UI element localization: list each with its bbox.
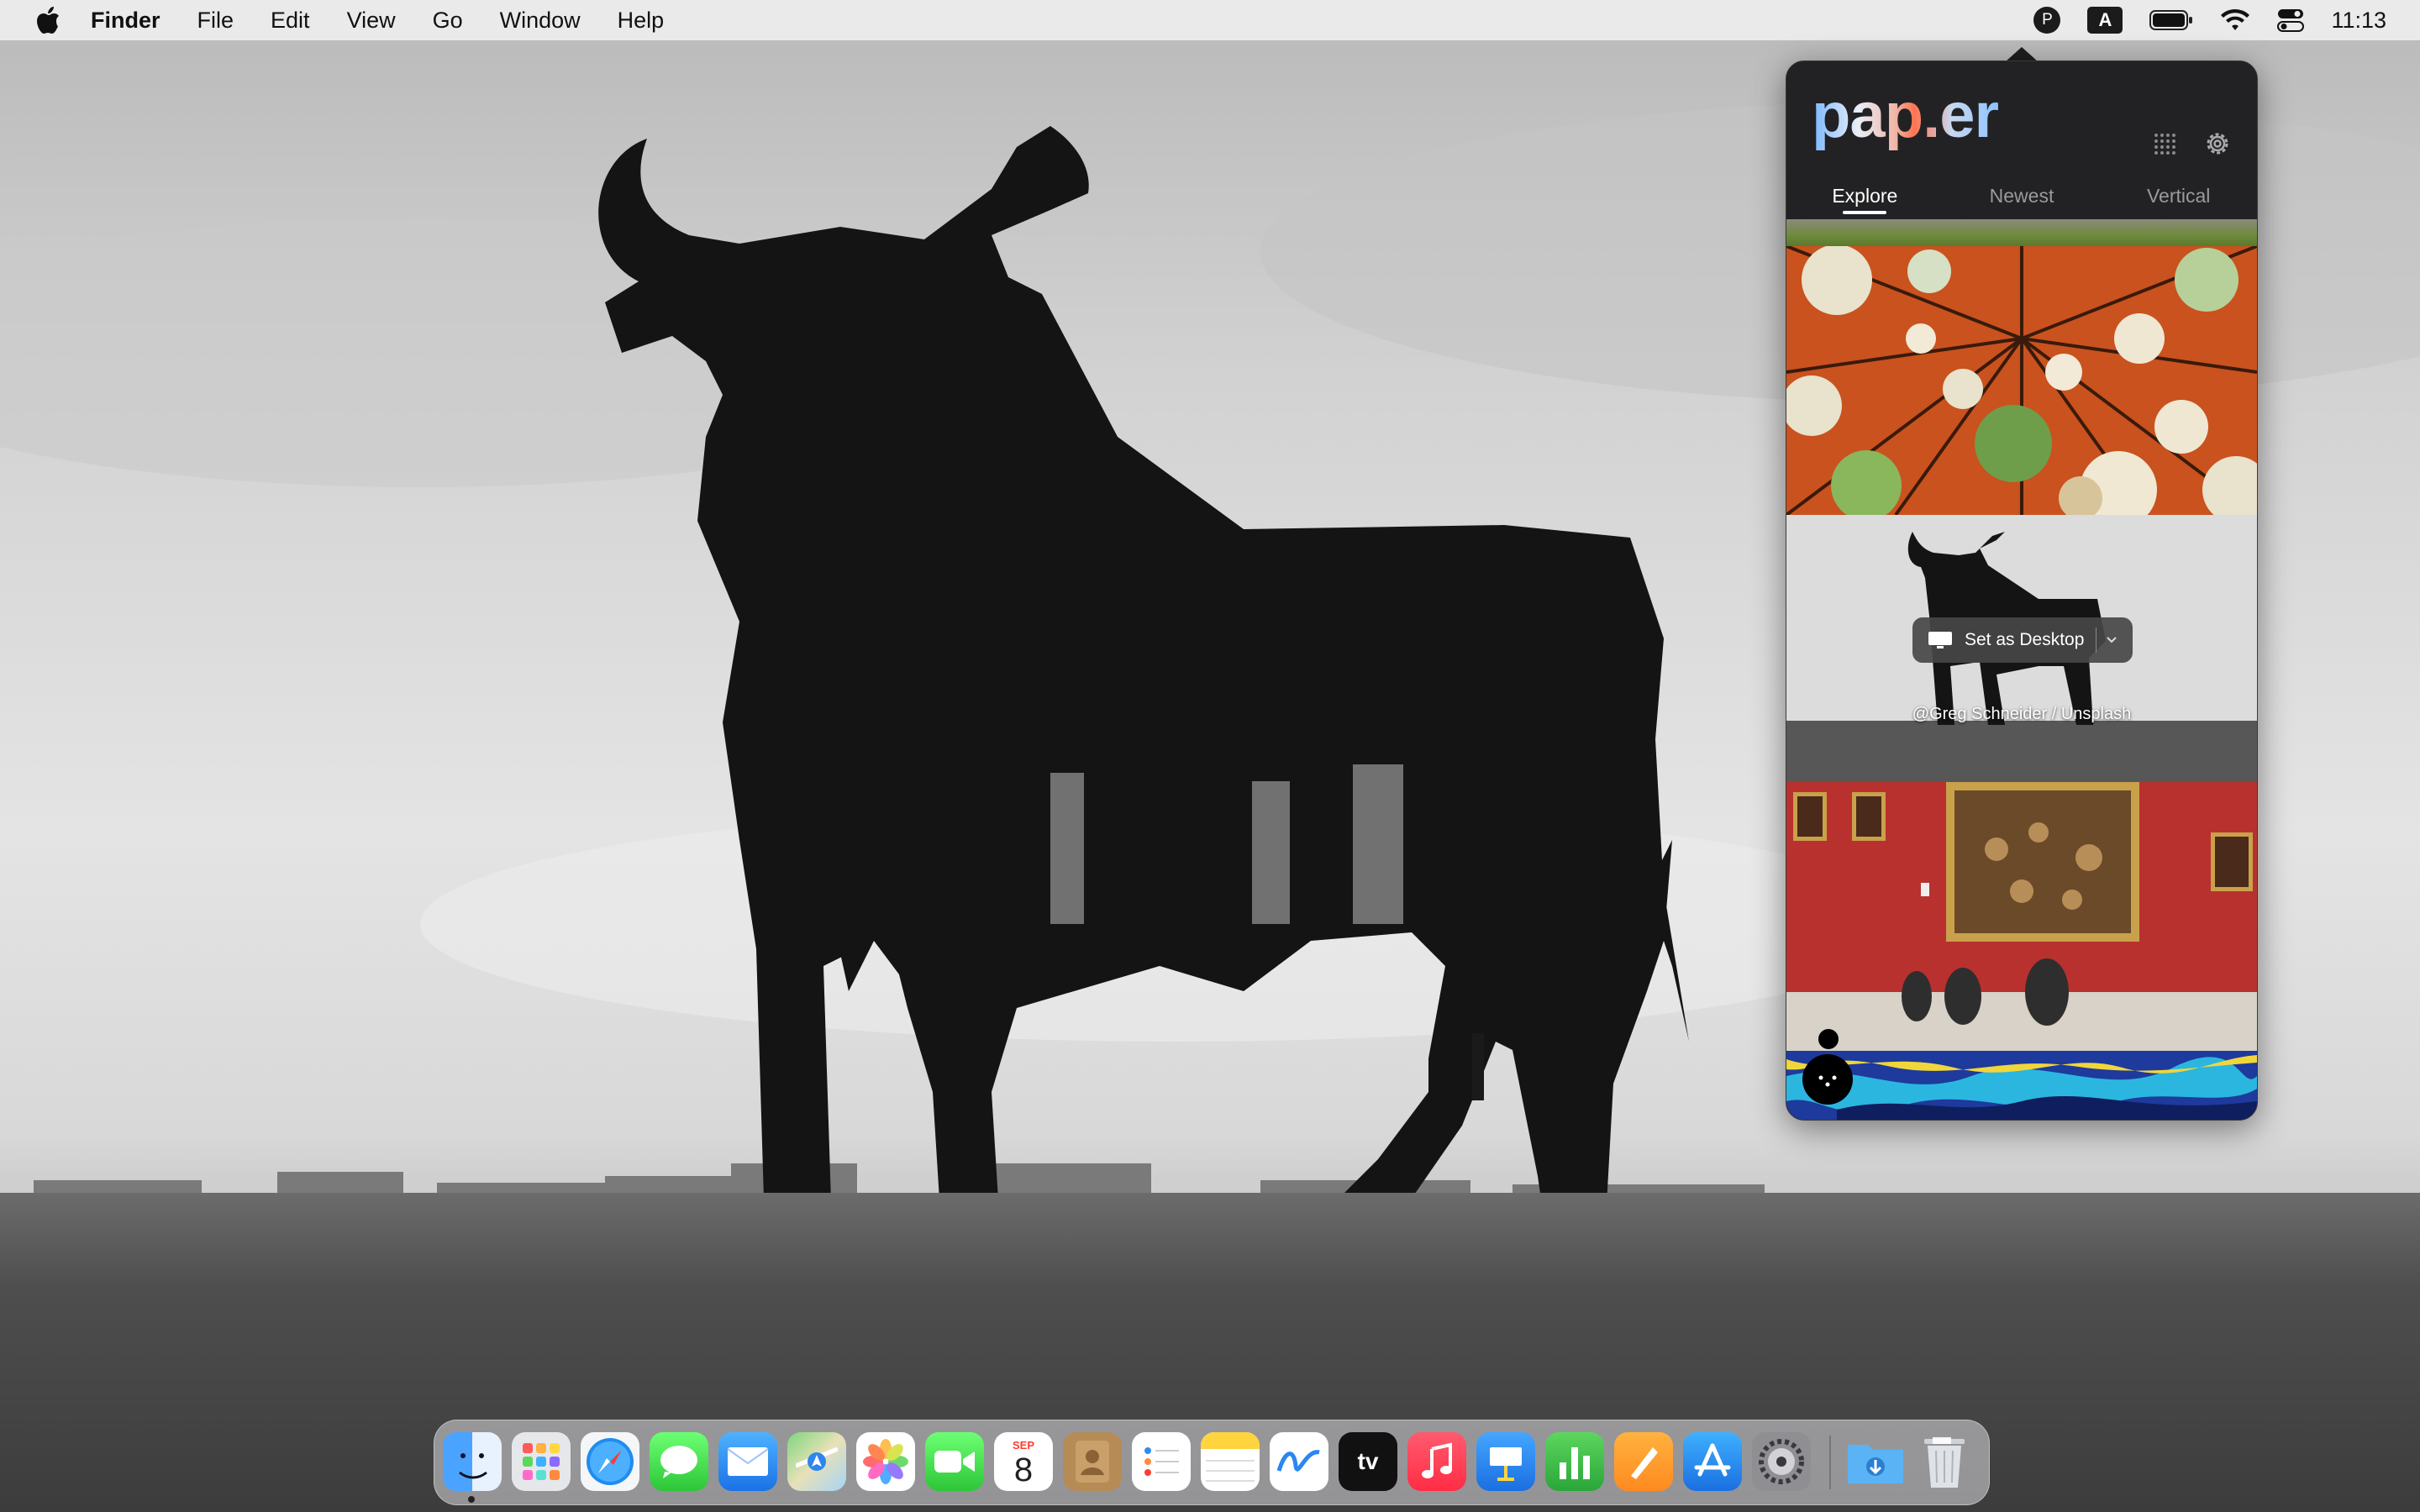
menu-edit[interactable]: Edit — [252, 0, 329, 40]
dots-icon — [1818, 1075, 1837, 1087]
tab-vertical-label: Vertical — [2146, 185, 2211, 207]
reminders-icon[interactable] — [1132, 1432, 1191, 1491]
tab-vertical[interactable]: Vertical — [2100, 179, 2257, 219]
safari-icon[interactable] — [581, 1432, 639, 1491]
paper-app-label: P — [2033, 7, 2061, 34]
tab-newest[interactable]: Newest — [1944, 179, 2101, 219]
maps-icon[interactable] — [787, 1432, 846, 1491]
menu-help[interactable]: Help — [599, 0, 683, 40]
popover-header: pap.er Explore Newest Vertical — [1786, 61, 2257, 219]
loading-indicator-dot — [1818, 1029, 1839, 1049]
lanterns-image — [1786, 246, 2257, 515]
menu-go[interactable]: Go — [414, 0, 481, 40]
launchpad-icon[interactable] — [512, 1432, 571, 1491]
tv-label: tv — [1357, 1448, 1379, 1474]
wifi-icon[interactable] — [2220, 0, 2250, 40]
tab-explore-label: Explore — [1832, 185, 1898, 207]
wallpaper-thumbnail[interactable] — [1786, 1051, 2257, 1120]
facetime-icon[interactable] — [925, 1432, 984, 1491]
calendar-month: SEP — [1012, 1438, 1034, 1452]
freeform-icon[interactable] — [1270, 1432, 1328, 1491]
museum-image — [1786, 782, 2257, 1051]
set-as-desktop-label: Set as Desktop — [1965, 630, 2085, 649]
tab-newest-label: Newest — [1989, 185, 2054, 207]
battery-icon[interactable] — [2149, 0, 2193, 40]
tv-icon[interactable]: tv — [1339, 1432, 1397, 1491]
wallpaper-thumbnail[interactable] — [1786, 219, 2257, 246]
menu-window[interactable]: Window — [481, 0, 599, 40]
paper-app-icon[interactable]: P — [2033, 0, 2061, 40]
menu-clock[interactable]: 11:13 — [2331, 8, 2386, 34]
app-store-icon[interactable] — [1683, 1432, 1742, 1491]
keynote-icon[interactable] — [1476, 1432, 1535, 1491]
trash-icon[interactable] — [1915, 1432, 1974, 1491]
control-center-icon[interactable] — [2277, 0, 2305, 40]
calendar-icon[interactable]: SEP 8 — [994, 1432, 1053, 1491]
wallpaper-thumbnail[interactable] — [1786, 246, 2257, 515]
calendar-day: 8 — [1013, 1451, 1034, 1488]
finder-icon[interactable] — [443, 1432, 502, 1491]
paper-logo: pap.er — [1812, 78, 1999, 154]
gear-icon[interactable] — [2201, 127, 2234, 160]
menu-view[interactable]: View — [329, 0, 414, 40]
chevron-down-icon[interactable] — [2103, 632, 2120, 648]
tab-explore[interactable]: Explore — [1786, 179, 1944, 219]
messages-icon[interactable] — [650, 1432, 708, 1491]
photo-credit[interactable]: @Greg Schneider / Unsplash — [1786, 705, 2257, 724]
set-as-desktop-button[interactable]: Set as Desktop — [1912, 617, 2133, 663]
system-settings-icon[interactable] — [1752, 1432, 1811, 1491]
paper-popover: pap.er Explore Newest Vertical Set as De… — [1786, 60, 2258, 1121]
mail-icon[interactable] — [718, 1432, 777, 1491]
input-source-label: A — [2087, 7, 2123, 34]
menu-app-name[interactable]: Finder — [72, 0, 179, 40]
wallpaper-thumbnail-hovered[interactable]: Set as Desktop @Greg Schneider / Unsplas… — [1786, 515, 2257, 782]
downloads-folder-icon[interactable] — [1846, 1432, 1905, 1491]
monitor-icon — [1928, 632, 1952, 648]
music-icon[interactable] — [1407, 1432, 1466, 1491]
input-source-icon[interactable]: A — [2087, 0, 2123, 40]
scroll-to-top-button[interactable] — [1802, 1054, 1853, 1105]
marbled-image — [1786, 1051, 2257, 1120]
contacts-icon[interactable] — [1063, 1432, 1122, 1491]
menu-file[interactable]: File — [179, 0, 253, 40]
dock-separator — [1829, 1436, 1831, 1489]
menu-bar: Finder File Edit View Go Window Help P A… — [0, 0, 2420, 40]
wallpaper-thumbnail[interactable] — [1786, 782, 2257, 1051]
tab-active-indicator — [1843, 211, 1887, 214]
numbers-icon[interactable] — [1545, 1432, 1604, 1491]
popover-tabs: Explore Newest Vertical — [1786, 179, 2257, 219]
dock: SEP 8 tv — [434, 1420, 1990, 1505]
photos-icon[interactable] — [856, 1432, 915, 1491]
pages-icon[interactable] — [1614, 1432, 1673, 1491]
running-indicator — [468, 1496, 475, 1503]
wallpaper-feed: Set as Desktop @Greg Schneider / Unsplas… — [1786, 219, 2257, 1120]
apple-menu-icon[interactable] — [25, 6, 72, 34]
dots-grid-icon[interactable] — [2148, 127, 2181, 160]
notes-icon[interactable] — [1201, 1432, 1260, 1491]
